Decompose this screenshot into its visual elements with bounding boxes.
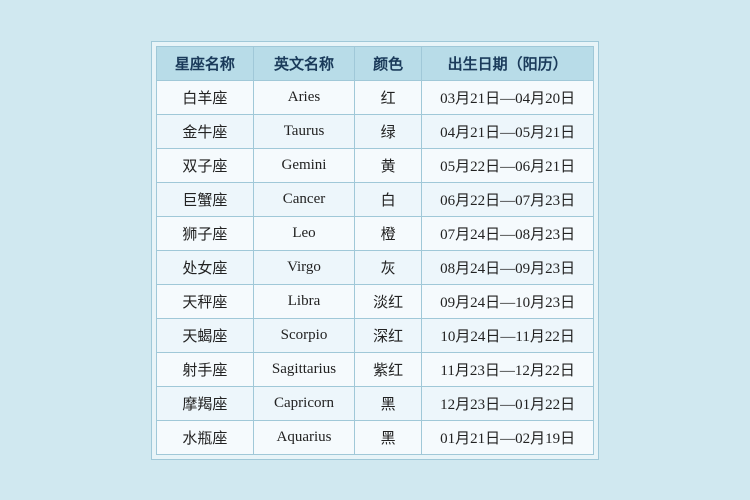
- cell-color: 黑: [355, 420, 422, 454]
- cell-english: Capricorn: [253, 386, 354, 420]
- cell-color: 橙: [355, 216, 422, 250]
- cell-english: Aries: [253, 80, 354, 114]
- cell-english: Cancer: [253, 182, 354, 216]
- cell-chinese: 狮子座: [156, 216, 253, 250]
- cell-chinese: 金牛座: [156, 114, 253, 148]
- cell-dates: 08月24日—09月23日: [422, 250, 594, 284]
- cell-dates: 07月24日—08月23日: [422, 216, 594, 250]
- cell-chinese: 白羊座: [156, 80, 253, 114]
- table-row: 天秤座Libra淡红09月24日—10月23日: [156, 284, 593, 318]
- cell-english: Scorpio: [253, 318, 354, 352]
- cell-color: 黄: [355, 148, 422, 182]
- cell-color: 红: [355, 80, 422, 114]
- header-dates: 出生日期（阳历）: [422, 46, 594, 80]
- cell-chinese: 天秤座: [156, 284, 253, 318]
- cell-english: Gemini: [253, 148, 354, 182]
- table-body: 白羊座Aries红03月21日—04月20日金牛座Taurus绿04月21日—0…: [156, 80, 593, 454]
- table-row: 白羊座Aries红03月21日—04月20日: [156, 80, 593, 114]
- cell-chinese: 天蝎座: [156, 318, 253, 352]
- cell-dates: 01月21日—02月19日: [422, 420, 594, 454]
- zodiac-table-container: 星座名称 英文名称 颜色 出生日期（阳历） 白羊座Aries红03月21日—04…: [151, 41, 599, 460]
- cell-chinese: 摩羯座: [156, 386, 253, 420]
- cell-color: 紫红: [355, 352, 422, 386]
- cell-english: Taurus: [253, 114, 354, 148]
- cell-color: 深红: [355, 318, 422, 352]
- cell-color: 黑: [355, 386, 422, 420]
- cell-english: Virgo: [253, 250, 354, 284]
- table-row: 处女座Virgo灰08月24日—09月23日: [156, 250, 593, 284]
- table-row: 射手座Sagittarius紫红11月23日—12月22日: [156, 352, 593, 386]
- cell-dates: 09月24日—10月23日: [422, 284, 594, 318]
- table-header-row: 星座名称 英文名称 颜色 出生日期（阳历）: [156, 46, 593, 80]
- cell-chinese: 水瓶座: [156, 420, 253, 454]
- cell-dates: 05月22日—06月21日: [422, 148, 594, 182]
- header-color: 颜色: [355, 46, 422, 80]
- cell-dates: 03月21日—04月20日: [422, 80, 594, 114]
- table-row: 摩羯座Capricorn黑12月23日—01月22日: [156, 386, 593, 420]
- cell-chinese: 双子座: [156, 148, 253, 182]
- table-row: 天蝎座Scorpio深红10月24日—11月22日: [156, 318, 593, 352]
- cell-color: 灰: [355, 250, 422, 284]
- table-row: 双子座Gemini黄05月22日—06月21日: [156, 148, 593, 182]
- cell-color: 淡红: [355, 284, 422, 318]
- header-chinese: 星座名称: [156, 46, 253, 80]
- cell-color: 白: [355, 182, 422, 216]
- cell-chinese: 巨蟹座: [156, 182, 253, 216]
- table-row: 水瓶座Aquarius黑01月21日—02月19日: [156, 420, 593, 454]
- cell-english: Aquarius: [253, 420, 354, 454]
- cell-english: Leo: [253, 216, 354, 250]
- table-row: 狮子座Leo橙07月24日—08月23日: [156, 216, 593, 250]
- cell-color: 绿: [355, 114, 422, 148]
- header-english: 英文名称: [253, 46, 354, 80]
- cell-dates: 06月22日—07月23日: [422, 182, 594, 216]
- table-row: 金牛座Taurus绿04月21日—05月21日: [156, 114, 593, 148]
- cell-chinese: 处女座: [156, 250, 253, 284]
- cell-english: Libra: [253, 284, 354, 318]
- cell-dates: 10月24日—11月22日: [422, 318, 594, 352]
- cell-dates: 11月23日—12月22日: [422, 352, 594, 386]
- zodiac-table: 星座名称 英文名称 颜色 出生日期（阳历） 白羊座Aries红03月21日—04…: [156, 46, 594, 455]
- cell-english: Sagittarius: [253, 352, 354, 386]
- table-row: 巨蟹座Cancer白06月22日—07月23日: [156, 182, 593, 216]
- cell-chinese: 射手座: [156, 352, 253, 386]
- cell-dates: 04月21日—05月21日: [422, 114, 594, 148]
- cell-dates: 12月23日—01月22日: [422, 386, 594, 420]
